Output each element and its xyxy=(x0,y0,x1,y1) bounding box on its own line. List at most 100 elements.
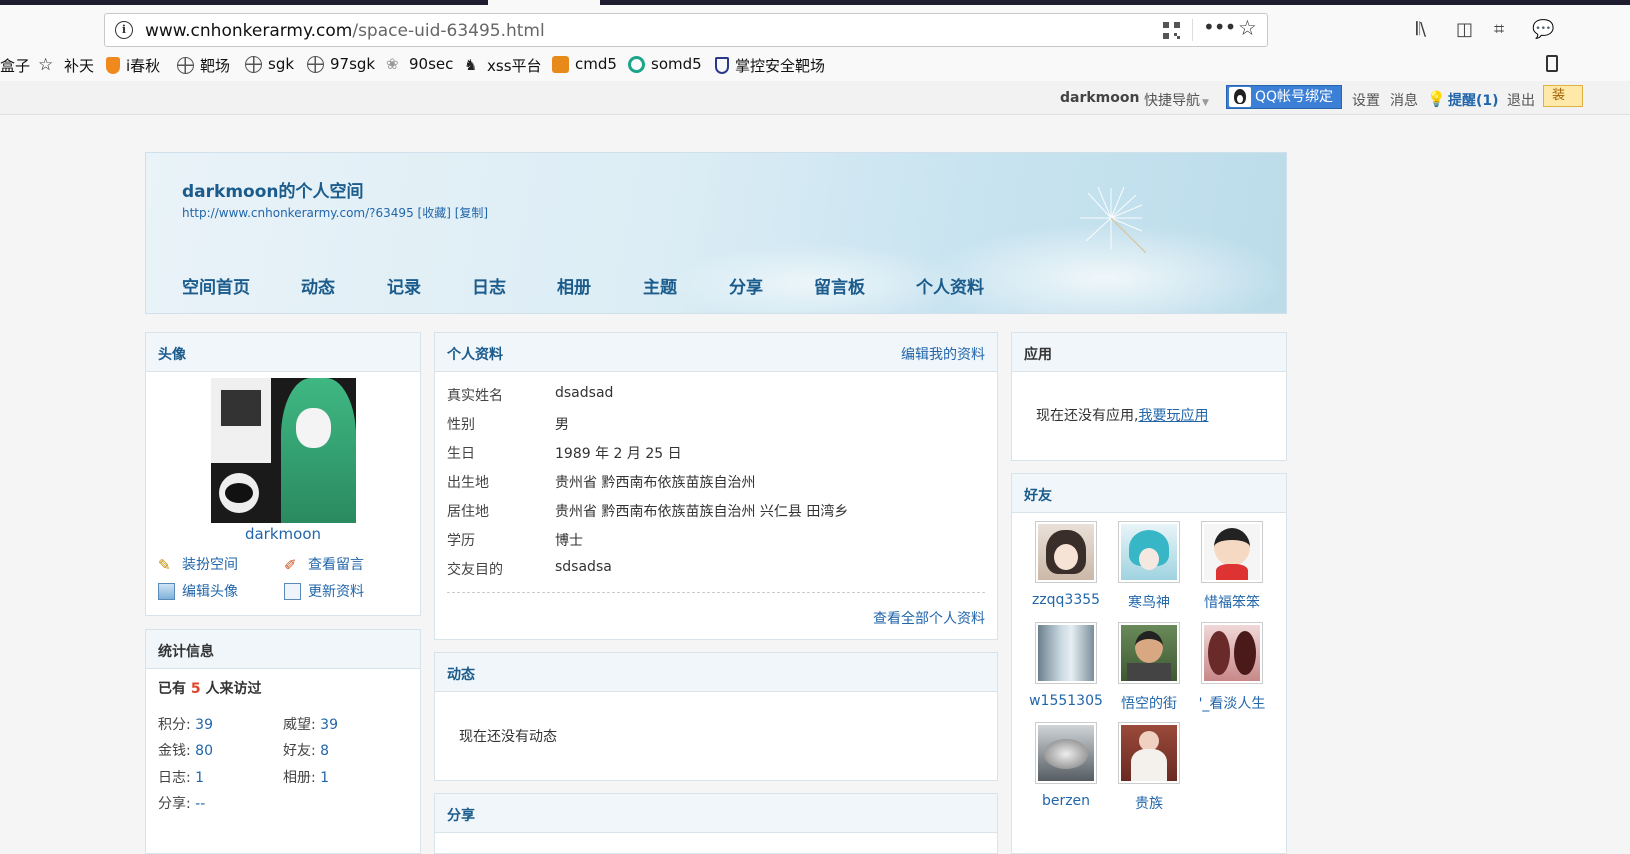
apps-panel: 应用 现在还没有应用,我要玩应用 xyxy=(1011,332,1287,461)
nav-blog[interactable]: 日志 xyxy=(472,273,506,298)
crop-icon[interactable]: ⌗ xyxy=(1494,19,1504,40)
friend-avatar[interactable] xyxy=(1201,622,1263,684)
friend-avatar[interactable] xyxy=(1035,722,1097,784)
bookmark-item[interactable]: ❀ 90sec xyxy=(386,55,453,73)
logout-link[interactable]: 退出 xyxy=(1507,90,1535,110)
reminder-link[interactable]: 提醒(1) xyxy=(1448,90,1499,110)
qq-penguin-icon xyxy=(1229,87,1251,107)
nav-share[interactable]: 分享 xyxy=(729,273,763,298)
stat-blogs: 日志: 1 xyxy=(158,770,205,786)
somd5-icon xyxy=(628,55,645,73)
panel-title: 好友 xyxy=(1024,488,1052,504)
friend-avatar[interactable] xyxy=(1035,521,1097,583)
bookmark-item[interactable]: 靶场 xyxy=(177,55,230,76)
qr-code-icon[interactable] xyxy=(1163,22,1180,39)
nav-guestbook[interactable]: 留言板 xyxy=(814,273,865,298)
friend-item[interactable]: w1551305 xyxy=(1026,622,1106,709)
nav-album[interactable]: 相册 xyxy=(557,273,591,298)
nav-threads[interactable]: 主题 xyxy=(643,273,677,298)
avatar-art xyxy=(219,388,263,428)
panel-header: 分享 xyxy=(435,794,997,833)
mobile-bookmarks-icon[interactable] xyxy=(1546,55,1558,72)
bookmark-item[interactable]: ☆ 补天 xyxy=(38,55,94,76)
library-icon[interactable]: 𝄃\ xyxy=(1416,19,1426,40)
edit-profile-link[interactable]: 编辑我的资料 xyxy=(901,344,985,364)
sidebar-icon[interactable]: ◫ xyxy=(1456,19,1473,40)
share-panel: 分享 xyxy=(434,793,998,854)
nav-records[interactable]: 记录 xyxy=(387,273,421,298)
visit-count: 已有 5 人来访过 xyxy=(158,681,262,697)
panel-header: 头像 xyxy=(146,333,420,372)
dandelion-decoration xyxy=(1080,186,1146,253)
friend-item[interactable]: '_看淡人生 xyxy=(1192,622,1272,713)
topbar-username[interactable]: darkmoon xyxy=(1060,90,1139,106)
friend-avatar[interactable] xyxy=(1201,521,1263,583)
bookmark-item[interactable]: i春秋 xyxy=(106,55,160,76)
bookmark-item[interactable]: sgk xyxy=(245,55,294,73)
browser-toolbar: i www.cnhonkerarmy.com/space-uid-63495.h… xyxy=(0,5,1630,81)
friend-item[interactable]: 惜福笨笨 xyxy=(1192,521,1272,612)
nav-feed[interactable]: 动态 xyxy=(301,273,335,298)
info-icon[interactable]: i xyxy=(115,21,133,39)
friend-avatar[interactable] xyxy=(1035,622,1097,684)
bookmark-item[interactable]: 盒子 xyxy=(0,55,30,76)
view-all-profile-link[interactable]: 查看全部个人资料 xyxy=(873,608,985,628)
stat-prestige: 威望: 39 xyxy=(283,717,338,733)
bookmark-star-icon[interactable]: ☆ xyxy=(1238,16,1257,40)
update-profile-link[interactable]: 更新资料 xyxy=(284,581,364,601)
caret-down-icon: ▼ xyxy=(1202,98,1209,108)
view-messages-link[interactable]: ✐ 查看留言 xyxy=(284,554,364,574)
space-url: http://www.cnhonkerarmy.com/?63495 [收藏] … xyxy=(182,204,488,221)
divider xyxy=(447,592,985,593)
friend-item[interactable]: zzqq3355 xyxy=(1026,521,1106,608)
xss-icon: ♞ xyxy=(464,56,478,74)
messages-link[interactable]: 消息 xyxy=(1390,90,1418,110)
panel-header: 应用 xyxy=(1012,333,1286,372)
globe-icon xyxy=(307,55,324,73)
quick-nav-menu[interactable]: 快捷导航 ▼ xyxy=(1144,90,1209,110)
magic-wand-icon: ✎ xyxy=(158,555,171,574)
friend-avatar[interactable] xyxy=(1118,622,1180,684)
friend-avatar-art xyxy=(1121,625,1177,681)
decorate-space-link[interactable]: ✎ 装扮空间 xyxy=(158,554,238,574)
settings-link[interactable]: 设置 xyxy=(1352,90,1380,110)
bookmark-item[interactable]: somd5 xyxy=(628,55,702,73)
friend-item[interactable]: 寒鸟神 xyxy=(1109,521,1189,612)
nav-profile[interactable]: 个人资料 xyxy=(916,273,984,298)
friend-item[interactable]: 贵族 xyxy=(1109,722,1189,813)
feed-panel: 动态 现在还没有动态 xyxy=(434,652,998,781)
cmd5-icon xyxy=(552,55,569,73)
avatar-username[interactable]: darkmoon xyxy=(146,525,420,543)
bookmark-item[interactable]: cmd5 xyxy=(552,55,617,73)
url-text[interactable]: www.cnhonkerarmy.com/space-uid-63495.htm… xyxy=(145,21,545,41)
avatar-art xyxy=(281,378,356,523)
topbar-tail-button[interactable]: 装 xyxy=(1543,85,1583,107)
more-actions-icon[interactable]: ••• xyxy=(1203,15,1236,39)
avatar[interactable] xyxy=(211,378,356,523)
favorite-link[interactable]: [收藏] xyxy=(418,206,451,220)
friend-item[interactable]: 悟空的街 xyxy=(1109,622,1189,713)
panel-header: 动态 xyxy=(435,653,997,692)
bookmark-item[interactable]: 97sgk xyxy=(307,55,375,73)
address-bar[interactable]: i www.cnhonkerarmy.com/space-uid-63495.h… xyxy=(104,13,1268,47)
globe-icon xyxy=(245,55,262,73)
bookmark-item[interactable]: 掌控安全靶场 xyxy=(715,55,825,76)
space-url-link[interactable]: http://www.cnhonkerarmy.com/?63495 xyxy=(182,206,414,220)
edit-avatar-link[interactable]: 编辑头像 xyxy=(158,581,238,601)
stat-friends: 好友: 8 xyxy=(283,743,330,759)
panel-title: 个人资料 xyxy=(447,347,503,363)
feather-icon: ❀ xyxy=(386,54,399,73)
friend-item[interactable]: berzen xyxy=(1026,722,1106,809)
copy-link[interactable]: [复制] xyxy=(455,206,488,220)
friend-avatar[interactable] xyxy=(1118,521,1180,583)
nav-space-home[interactable]: 空间首页 xyxy=(182,273,250,298)
picture-icon xyxy=(158,582,175,600)
chat-icon[interactable]: 💬 xyxy=(1532,19,1554,40)
play-apps-link[interactable]: 我要玩应用 xyxy=(1138,408,1208,424)
divider xyxy=(1192,19,1193,41)
profile-panel: 个人资料 编辑我的资料 真实姓名 dsadsad 性别男 生日 1989 年 2 月 … xyxy=(434,332,998,640)
friend-avatar[interactable] xyxy=(1118,722,1180,784)
bookmark-item[interactable]: ♞ xss平台 xyxy=(464,55,542,76)
space-title[interactable]: darkmoon的个人空间 xyxy=(182,177,364,202)
qq-bind-button[interactable]: QQ帐号绑定 xyxy=(1226,85,1342,109)
